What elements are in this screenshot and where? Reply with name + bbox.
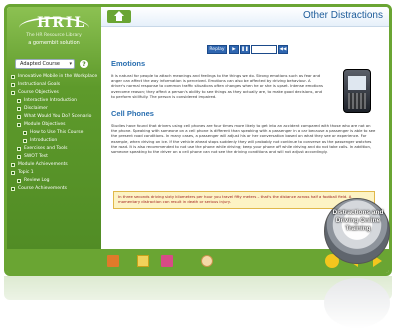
checkbox-icon bbox=[11, 171, 15, 175]
document-icon[interactable] bbox=[137, 255, 149, 267]
sidebar-item-label: Instructional Goals bbox=[18, 82, 61, 87]
chevron-down-icon: ▾ bbox=[69, 61, 72, 67]
home-icon[interactable] bbox=[107, 10, 131, 23]
cell-phones-heading: Cell Phones bbox=[111, 109, 154, 118]
sidebar-item-label: Course Achievements bbox=[18, 186, 68, 191]
sidebar-item[interactable]: Course Achievements bbox=[7, 185, 101, 193]
checkbox-icon bbox=[11, 83, 15, 87]
badge-text: Distractions and Driving Online Training bbox=[332, 209, 384, 232]
sidebar-item-label: Interactive Introduction bbox=[24, 98, 77, 103]
help-icon[interactable]: ? bbox=[79, 59, 89, 69]
checkbox-icon bbox=[11, 187, 15, 191]
phone-screen bbox=[348, 76, 366, 90]
sidebar-item-label: Innovative Mobile in the Workplace bbox=[18, 74, 98, 79]
sidebar-item-label: Topic 1 bbox=[18, 170, 34, 175]
checkbox-icon bbox=[17, 179, 21, 183]
cell-phones-paragraph: Studies have found that drivers using ce… bbox=[111, 123, 376, 155]
page-title: Other Distractions bbox=[302, 10, 383, 21]
cell-phone-image bbox=[343, 69, 371, 113]
checkbox-icon bbox=[11, 91, 15, 95]
sidebar-item-label: Disclaimer bbox=[24, 106, 48, 111]
sidebar: HRIL The HR Resource Library a gomembit … bbox=[7, 7, 101, 273]
sidebar-item[interactable]: Topic 1 bbox=[7, 169, 101, 177]
pause-button[interactable]: ❚❚ bbox=[240, 45, 250, 54]
sidebar-item[interactable]: Innovative Mobile in the Workplace bbox=[7, 73, 101, 81]
logo: HRIL The HR Resource Library a gomembit … bbox=[13, 15, 95, 57]
checkbox-icon bbox=[23, 139, 27, 143]
logo-tagline: a gomembit solution bbox=[28, 40, 80, 46]
sidebar-item[interactable]: Interactive Introduction bbox=[7, 97, 101, 105]
volume-button[interactable]: ◀◀ bbox=[278, 45, 288, 54]
sidebar-item-label: Module Achievements bbox=[18, 162, 68, 167]
sidebar-item-label: SWOT Test bbox=[24, 154, 48, 159]
sidebar-item[interactable]: What Would You Do? Scenario bbox=[7, 113, 101, 121]
steering-wheel-badge: Distractions and Driving Online Training bbox=[324, 198, 390, 264]
sidebar-item-label: Introduction bbox=[30, 138, 58, 143]
checkbox-icon bbox=[17, 147, 21, 151]
sidebar-item-label: How to Use This Course bbox=[30, 130, 84, 135]
sidebar-item-label: Exercises and Tools bbox=[24, 146, 68, 151]
sidebar-item[interactable]: Introduction bbox=[7, 137, 101, 145]
sidebar-item[interactable]: Course Objectives bbox=[7, 89, 101, 97]
sidebar-item[interactable]: How to Use This Course bbox=[7, 129, 101, 137]
user-icon[interactable] bbox=[201, 255, 213, 267]
sidebar-item[interactable]: SWOT Test bbox=[7, 153, 101, 161]
sidebar-item-label: What Would You Do? Scenario bbox=[24, 114, 92, 119]
book-icon[interactable] bbox=[107, 255, 119, 267]
checkbox-icon bbox=[17, 99, 21, 103]
checkbox-icon bbox=[17, 107, 21, 111]
sidebar-item-label: Module Objectives bbox=[24, 122, 66, 127]
checkbox-icon bbox=[11, 163, 15, 167]
logo-subtitle: The HR Resource Library bbox=[26, 33, 82, 38]
play-button[interactable]: ▶ bbox=[229, 45, 239, 54]
notes-icon[interactable] bbox=[161, 255, 173, 267]
phone-keypad bbox=[348, 93, 366, 109]
window-reflection bbox=[4, 276, 392, 328]
checkbox-icon bbox=[23, 131, 27, 135]
bottom-bar-left bbox=[7, 249, 101, 273]
audio-progress-track[interactable] bbox=[251, 45, 277, 54]
checkbox-icon bbox=[17, 123, 21, 127]
emotions-heading: Emotions bbox=[111, 59, 146, 68]
checkbox-icon bbox=[17, 155, 21, 159]
sidebar-item[interactable]: Exercises and Tools bbox=[7, 145, 101, 153]
reflection-fade bbox=[4, 276, 392, 328]
logo-name: HRIL bbox=[37, 15, 87, 31]
checkbox-icon bbox=[11, 75, 15, 79]
app-window: HRIL The HR Resource Library a gomembit … bbox=[0, 0, 394, 328]
emotions-paragraph: It is natural for people to attach meani… bbox=[111, 73, 323, 99]
course-select-value: Adapted Course bbox=[20, 61, 60, 67]
sidebar-nav: Innovative Mobile in the Workplace Instru… bbox=[7, 73, 101, 193]
sidebar-item[interactable]: Module Objectives bbox=[7, 121, 101, 129]
sidebar-item-label: Review Log bbox=[24, 178, 50, 183]
replay-button[interactable]: Replay bbox=[207, 45, 227, 54]
header: Other Distractions bbox=[101, 7, 389, 27]
checkbox-icon bbox=[17, 115, 21, 119]
course-select[interactable]: Adapted Course ▾ bbox=[15, 59, 75, 69]
sidebar-item-label: Course Objectives bbox=[18, 90, 59, 95]
sidebar-item[interactable]: Instructional Goals bbox=[7, 81, 101, 89]
sidebar-item[interactable]: Review Log bbox=[7, 177, 101, 185]
sidebar-item[interactable]: Disclaimer bbox=[7, 105, 101, 113]
sidebar-item[interactable]: Module Achievements bbox=[7, 161, 101, 169]
